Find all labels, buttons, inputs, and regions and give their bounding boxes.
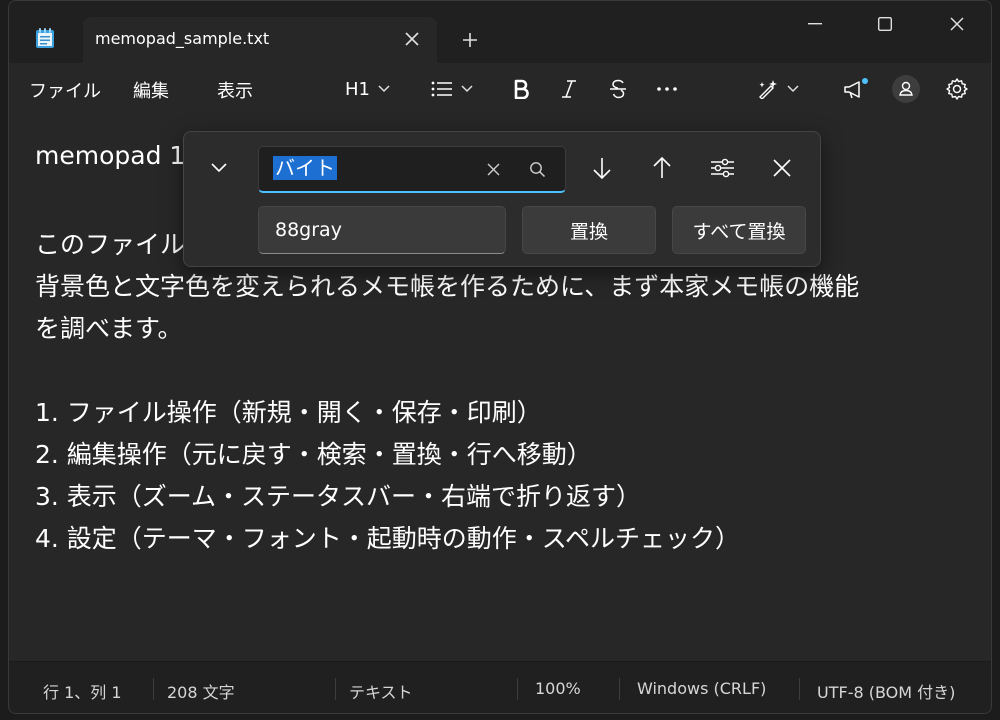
tab-close-icon[interactable] — [405, 27, 419, 51]
notification-dot — [862, 78, 868, 84]
replace-all-button[interactable]: すべて置換 — [672, 206, 806, 254]
status-bar: 行 1、列 1 208 文字 テキスト 100% Windows (CRLF) … — [9, 661, 991, 713]
bulleted-list-icon — [431, 81, 452, 97]
editor-line: 4. 設定（テーマ・フォント・起動時の動作・スペルチェック） — [35, 524, 741, 553]
editor-line: memopad 1 — [35, 141, 186, 170]
close-icon — [773, 159, 791, 177]
search-icon[interactable] — [527, 159, 547, 179]
account-icon — [892, 75, 920, 103]
encoding[interactable]: UTF-8 (BOM 付き) — [817, 679, 955, 703]
more-icon — [657, 87, 677, 91]
replace-input[interactable]: 88gray — [258, 206, 506, 254]
status-divider — [517, 678, 518, 700]
account-button[interactable] — [891, 73, 921, 105]
close-window-button[interactable] — [937, 9, 977, 39]
new-tab-button[interactable] — [461, 27, 479, 55]
search-input-value: バイト — [273, 156, 337, 180]
strikethrough-icon — [610, 79, 626, 99]
minimize-button[interactable] — [795, 9, 835, 39]
title-bar: memopad_sample.txt — [9, 1, 991, 63]
arrow-down-icon — [593, 158, 611, 180]
zoom-level[interactable]: 100% — [535, 679, 581, 698]
gear-icon — [946, 78, 968, 100]
status-divider — [335, 678, 336, 700]
chevron-down-icon — [787, 85, 799, 93]
arrow-up-icon — [653, 156, 671, 178]
line-ending[interactable]: Windows (CRLF) — [637, 679, 766, 698]
announcements-button[interactable] — [843, 73, 869, 105]
notepad-app-icon — [35, 27, 55, 49]
strikethrough-button[interactable] — [609, 73, 627, 105]
sparkle-pen-icon — [759, 80, 777, 99]
settings-button[interactable] — [945, 73, 969, 105]
search-input[interactable]: バイト — [258, 146, 566, 193]
heading-dropdown[interactable]: H1 — [345, 73, 390, 105]
replace-button[interactable]: 置換 — [522, 206, 656, 254]
bold-icon — [514, 79, 529, 99]
search-options-button[interactable] — [708, 154, 736, 182]
sliders-icon — [711, 158, 734, 178]
editor-line: 3. 表示（ズーム・ステータスバー・右端で折り返す） — [35, 482, 642, 511]
tab-title: memopad_sample.txt — [95, 29, 270, 48]
editor-line: このファイル — [35, 230, 186, 259]
bold-button[interactable] — [513, 73, 529, 105]
editor-line: 背景色と文字色を変えられるメモ帳を作るために、まず本家メモ帳の機能 — [35, 272, 860, 301]
character-count: 208 文字 — [167, 683, 235, 702]
find-next-button[interactable] — [588, 154, 616, 182]
status-divider — [153, 678, 154, 700]
editor-line: を調べます。 — [35, 314, 183, 343]
menu-edit[interactable]: 編集 — [133, 77, 169, 103]
menu-bar: ファイル 編集 表示 H1 — [9, 63, 991, 114]
italic-icon — [562, 80, 576, 98]
chevron-down-icon — [378, 85, 390, 93]
heading-label: H1 — [345, 78, 370, 100]
document-tab[interactable]: memopad_sample.txt — [83, 17, 437, 63]
menu-view[interactable]: 表示 — [217, 77, 253, 103]
editor-line: 2. 編集操作（元に戻す・検索・置換・行へ移動） — [35, 440, 592, 469]
find-previous-button[interactable] — [648, 154, 676, 182]
more-options-button[interactable] — [657, 73, 677, 105]
cursor-position[interactable]: 行 1、列 1 — [43, 679, 122, 703]
italic-button[interactable] — [561, 73, 577, 105]
chevron-down-icon — [461, 85, 473, 93]
status-divider — [799, 678, 800, 700]
maximize-button[interactable] — [865, 9, 905, 39]
replace-input-value: 88gray — [275, 219, 342, 241]
status-divider — [619, 678, 620, 700]
notepad-window: memopad_sample.txt ファイル 編集 表示 H1 memopad… — [8, 0, 992, 714]
chevron-down-icon — [211, 163, 227, 173]
list-dropdown[interactable] — [431, 73, 473, 105]
find-replace-panel: バイト 88gray 置換 すべて置換 — [183, 131, 821, 267]
collapse-replace-toggle[interactable] — [204, 156, 234, 180]
text-format[interactable]: テキスト — [349, 679, 413, 703]
copilot-dropdown[interactable] — [757, 73, 799, 105]
editor-line: 1. ファイル操作（新規・開く・保存・印刷） — [35, 398, 542, 427]
menu-file[interactable]: ファイル — [29, 77, 101, 103]
megaphone-icon — [844, 78, 868, 99]
clear-search-icon[interactable] — [483, 159, 503, 179]
close-find-button[interactable] — [768, 154, 796, 182]
